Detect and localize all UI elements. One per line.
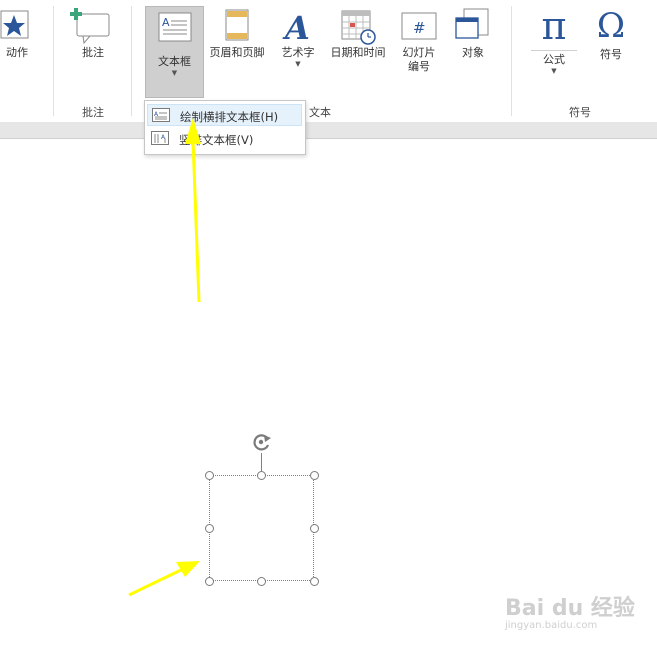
- watermark-main: Bai du 经验: [505, 596, 635, 621]
- drawn-textbox[interactable]: [209, 475, 314, 581]
- wordart-label: 艺术字: [281, 46, 315, 59]
- omega-icon: Ω: [596, 6, 626, 46]
- svg-text:A: A: [282, 9, 310, 46]
- textbox-dropdown-menu: A 绘制横排文本框(H) A 竖排文本框(V): [144, 100, 306, 155]
- resize-handle-right[interactable]: [310, 524, 319, 533]
- action-label: 动作: [6, 46, 28, 59]
- baidu-watermark: Bai du 经验 jingyan.baidu.com: [505, 590, 635, 631]
- vertical-textbox-icon: A: [151, 131, 169, 145]
- ribbon: 动作 批注 批注 A 文本框 ▼ 页眉和页脚 A 艺术字 ▼ 日期和时间 # 幻…: [0, 0, 657, 123]
- header-footer-icon: [225, 9, 249, 41]
- resize-handle-bottom-left[interactable]: [205, 577, 214, 586]
- symbol-button[interactable]: Ω 符号: [588, 6, 634, 76]
- wordart-icon: A: [282, 9, 310, 46]
- rotate-stem: [261, 453, 262, 471]
- menu-item-label: 竖排文本框(V): [179, 133, 254, 147]
- equation-divider: [531, 50, 577, 51]
- ribbon-bottom-bar: [0, 122, 657, 139]
- pi-icon: π: [541, 4, 567, 48]
- menu-item-label: 绘制横排文本框(H): [180, 110, 279, 124]
- rotate-handle-icon[interactable]: [249, 431, 275, 453]
- equation-label: 公式: [543, 53, 565, 66]
- slide-number-button[interactable]: # 幻灯片 编号: [396, 6, 442, 82]
- slide-number-label-1: 幻灯片: [402, 46, 436, 59]
- slide-number-label-2: 编号: [408, 60, 430, 73]
- comment-button[interactable]: 批注: [68, 6, 118, 76]
- resize-handle-top-left[interactable]: [205, 471, 214, 480]
- textbox-button[interactable]: A 文本框 ▼: [145, 6, 204, 98]
- textbox-label: 文本框: [158, 55, 191, 68]
- group-label-symbols: 符号: [569, 106, 591, 119]
- object-button[interactable]: 对象: [450, 6, 496, 76]
- textbox-icon: A: [158, 12, 191, 42]
- datetime-label: 日期和时间: [330, 46, 386, 59]
- symbol-label: 符号: [600, 48, 622, 61]
- object-label: 对象: [462, 46, 484, 59]
- group-label-comments: 批注: [82, 106, 104, 119]
- header-footer-label: 页眉和页脚: [209, 46, 265, 59]
- menu-item-horizontal-textbox[interactable]: A 绘制横排文本框(H): [147, 104, 302, 126]
- resize-handle-bottom-right[interactable]: [310, 577, 319, 586]
- group-label-text: 文本: [309, 106, 331, 119]
- comment-label: 批注: [82, 46, 104, 59]
- resize-handle-top[interactable]: [257, 471, 266, 480]
- datetime-button[interactable]: 日期和时间: [328, 6, 388, 76]
- calendar-icon: [341, 10, 376, 45]
- slide-number-icon: #: [401, 12, 437, 40]
- arrow-diagonal-icon: [128, 561, 200, 597]
- menu-item-vertical-textbox[interactable]: A 竖排文本框(V): [147, 128, 302, 150]
- svg-text:A: A: [162, 16, 170, 29]
- svg-text:#: #: [413, 19, 426, 37]
- comment-icon: [70, 8, 110, 45]
- resize-handle-top-right[interactable]: [310, 471, 319, 480]
- resize-handle-left[interactable]: [205, 524, 214, 533]
- resize-handle-bottom[interactable]: [257, 577, 266, 586]
- separator: [131, 6, 132, 116]
- equation-button[interactable]: π 公式 ▼: [528, 6, 580, 84]
- chevron-down-icon: ▼: [295, 60, 301, 68]
- star-icon: [0, 10, 29, 39]
- horizontal-textbox-icon: A: [152, 108, 170, 122]
- wordart-button[interactable]: A 艺术字 ▼: [276, 6, 320, 82]
- object-icon: [455, 8, 489, 39]
- header-footer-button[interactable]: 页眉和页脚: [206, 6, 268, 76]
- separator: [53, 6, 54, 116]
- separator: [511, 6, 512, 116]
- chevron-down-icon: ▼: [551, 67, 557, 75]
- chevron-down-icon: ▼: [171, 69, 178, 77]
- action-button[interactable]: 动作: [0, 6, 34, 76]
